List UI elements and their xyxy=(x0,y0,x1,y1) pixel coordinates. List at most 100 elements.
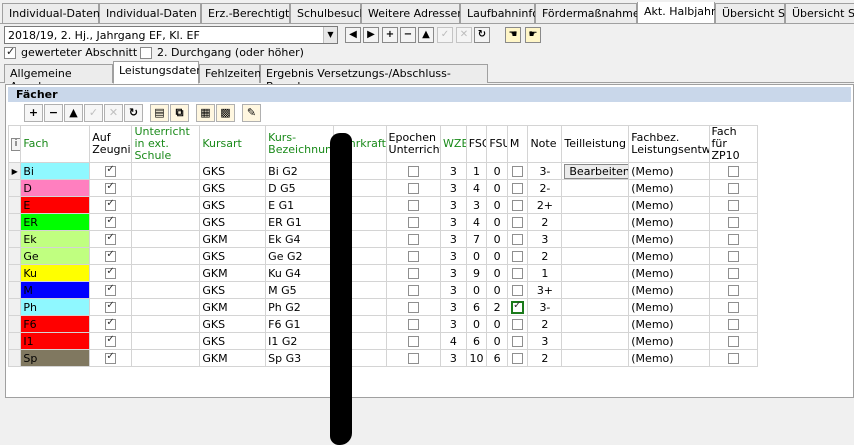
cell-zp10[interactable] xyxy=(708,264,759,282)
cell-fsu[interactable]: 0 xyxy=(486,213,508,231)
refresh-icon[interactable]: ↻ xyxy=(124,104,143,122)
cell-fsu[interactable]: 0 xyxy=(486,162,508,180)
cell-kursart[interactable]: GKS xyxy=(199,332,267,350)
cell-fsg[interactable]: 3 xyxy=(465,196,488,214)
cell-fsg[interactable]: 1 xyxy=(465,162,488,180)
cell-zp10[interactable] xyxy=(708,298,759,316)
refresh-icon[interactable]: ↻ xyxy=(474,27,490,43)
epochen-checkbox[interactable] xyxy=(407,251,419,262)
tab-leistungsdaten[interactable]: Leistungsdaten xyxy=(113,61,203,84)
auf-zeugnis-checkbox[interactable] xyxy=(105,266,117,279)
cell-fsu[interactable]: 0 xyxy=(486,196,508,214)
table-edit-icon[interactable]: ▦ xyxy=(196,104,215,122)
cell-wze[interactable]: 3 xyxy=(440,264,467,282)
col-kurs-bezeichnung[interactable]: Kurs-Bezeichnung xyxy=(265,125,335,163)
cell-zp10[interactable] xyxy=(708,332,759,350)
m-checkbox[interactable] xyxy=(511,300,525,314)
bearbeiten-button[interactable]: Bearbeiten xyxy=(564,163,628,179)
add-record-icon[interactable]: + xyxy=(382,27,398,43)
col-epochen[interactable]: Epochen Unterricht xyxy=(385,125,442,163)
cell-fach[interactable]: Ph xyxy=(20,298,91,316)
m-checkbox[interactable] xyxy=(512,251,524,262)
move-up-icon[interactable]: ▲ xyxy=(418,27,434,43)
auf-zeugnis-checkbox[interactable] xyxy=(105,232,117,245)
cell-ext-schule[interactable] xyxy=(131,162,201,180)
info-button-cell[interactable]: i xyxy=(7,125,22,163)
cell-fsg[interactable]: 10 xyxy=(465,349,488,367)
cell-kursart[interactable]: GKM xyxy=(199,264,267,282)
cell-epochen[interactable] xyxy=(385,230,442,248)
cell-fach[interactable]: E xyxy=(20,196,91,214)
table-row[interactable]: Ek GKM Ek G4 3 70 3 (Memo) xyxy=(7,230,759,248)
cell-fachbez[interactable]: (Memo) xyxy=(628,349,710,367)
cell-ext-schule[interactable] xyxy=(131,264,201,282)
cell-kurs-bezeichnung[interactable]: I1 G2 xyxy=(265,332,335,350)
col-wze[interactable]: WZE xyxy=(440,125,467,163)
cell-fachbez[interactable]: (Memo) xyxy=(628,213,710,231)
cell-kursart[interactable]: GKS xyxy=(199,196,267,214)
cell-auf-zeugnis[interactable] xyxy=(89,213,133,231)
cell-auf-zeugnis[interactable] xyxy=(89,230,133,248)
tab-individual-daten-2[interactable]: Individual-Daten II xyxy=(99,3,207,23)
m-checkbox[interactable] xyxy=(512,183,524,194)
cell-kursart[interactable]: GKS xyxy=(199,247,267,265)
cell-note[interactable]: 3 xyxy=(527,332,563,350)
zp10-checkbox[interactable] xyxy=(727,285,739,296)
hand-point-right-icon[interactable]: ☛ xyxy=(525,27,541,43)
zp10-checkbox[interactable] xyxy=(727,217,739,228)
cell-zp10[interactable] xyxy=(708,162,759,180)
cell-m[interactable] xyxy=(506,298,529,316)
table-row[interactable]: M GKS M G5 3 00 3+ (Memo) xyxy=(7,281,759,299)
cell-fachbez[interactable]: (Memo) xyxy=(628,196,710,214)
cell-ext-schule[interactable] xyxy=(131,298,201,316)
cell-fach[interactable]: Ge xyxy=(20,247,91,265)
cancel-icon[interactable]: ✕ xyxy=(104,104,123,122)
table-row[interactable]: ▶ Bi GKS Bi G2 3 10 3- Bearbeiten(Memo) xyxy=(7,162,759,180)
m-checkbox[interactable] xyxy=(512,234,524,245)
cell-fsu[interactable]: 0 xyxy=(486,247,508,265)
cell-epochen[interactable] xyxy=(385,349,442,367)
cell-kurs-bezeichnung[interactable]: ER G1 xyxy=(265,213,335,231)
cell-note[interactable]: 2 xyxy=(527,247,563,265)
document-export-icon[interactable]: ▤ xyxy=(150,104,169,122)
cell-kursart[interactable]: GKS xyxy=(199,281,267,299)
cell-epochen[interactable] xyxy=(385,298,442,316)
cell-epochen[interactable] xyxy=(385,162,442,180)
cell-fsg[interactable]: 0 xyxy=(465,281,488,299)
cell-wze[interactable]: 3 xyxy=(440,196,467,214)
cell-m[interactable] xyxy=(506,179,529,197)
cell-ext-schule[interactable] xyxy=(131,230,201,248)
cell-kurs-bezeichnung[interactable]: M G5 xyxy=(265,281,335,299)
cell-ext-schule[interactable] xyxy=(131,247,201,265)
auf-zeugnis-checkbox[interactable] xyxy=(105,198,117,211)
zp10-checkbox[interactable] xyxy=(727,234,739,245)
cell-kursart[interactable]: GKM xyxy=(199,298,267,316)
cell-ext-schule[interactable] xyxy=(131,315,201,333)
col-fsg[interactable]: FSG xyxy=(465,125,488,163)
tab-akt-halbjahr[interactable]: Akt. Halbjahr xyxy=(637,2,716,23)
cell-kurs-bezeichnung[interactable]: Sp G3 xyxy=(265,349,335,367)
cell-fsu[interactable]: 6 xyxy=(486,349,508,367)
col-ext-schule[interactable]: Unterricht in ext. Schule xyxy=(131,125,201,163)
cell-fsu[interactable]: 0 xyxy=(486,315,508,333)
col-fach[interactable]: Fach xyxy=(20,125,91,163)
cell-wze[interactable]: 3 xyxy=(440,349,467,367)
cell-fachbez[interactable]: (Memo) xyxy=(628,298,710,316)
cell-epochen[interactable] xyxy=(385,179,442,197)
m-checkbox[interactable] xyxy=(512,336,524,347)
table-row[interactable]: EGKSE G13302+(Memo) xyxy=(7,196,759,214)
document-copy-icon[interactable]: ⧉ xyxy=(170,104,189,122)
cell-wze[interactable]: 3 xyxy=(440,298,467,316)
cell-teilleistung[interactable] xyxy=(561,349,630,367)
epochen-checkbox[interactable] xyxy=(407,285,419,296)
cell-note[interactable]: 3+ xyxy=(527,281,563,299)
col-zp10[interactable]: Fach für ZP10 xyxy=(708,125,759,163)
cell-teilleistung[interactable] xyxy=(561,247,630,265)
cell-epochen[interactable] xyxy=(385,315,442,333)
cell-fsu[interactable]: 0 xyxy=(486,332,508,350)
epochen-checkbox[interactable] xyxy=(407,336,419,347)
hand-point-left-icon[interactable]: ☚ xyxy=(505,27,521,43)
cell-kurs-bezeichnung[interactable]: E G1 xyxy=(265,196,335,214)
auf-zeugnis-checkbox[interactable] xyxy=(105,317,117,330)
cell-fsg[interactable]: 0 xyxy=(465,247,488,265)
